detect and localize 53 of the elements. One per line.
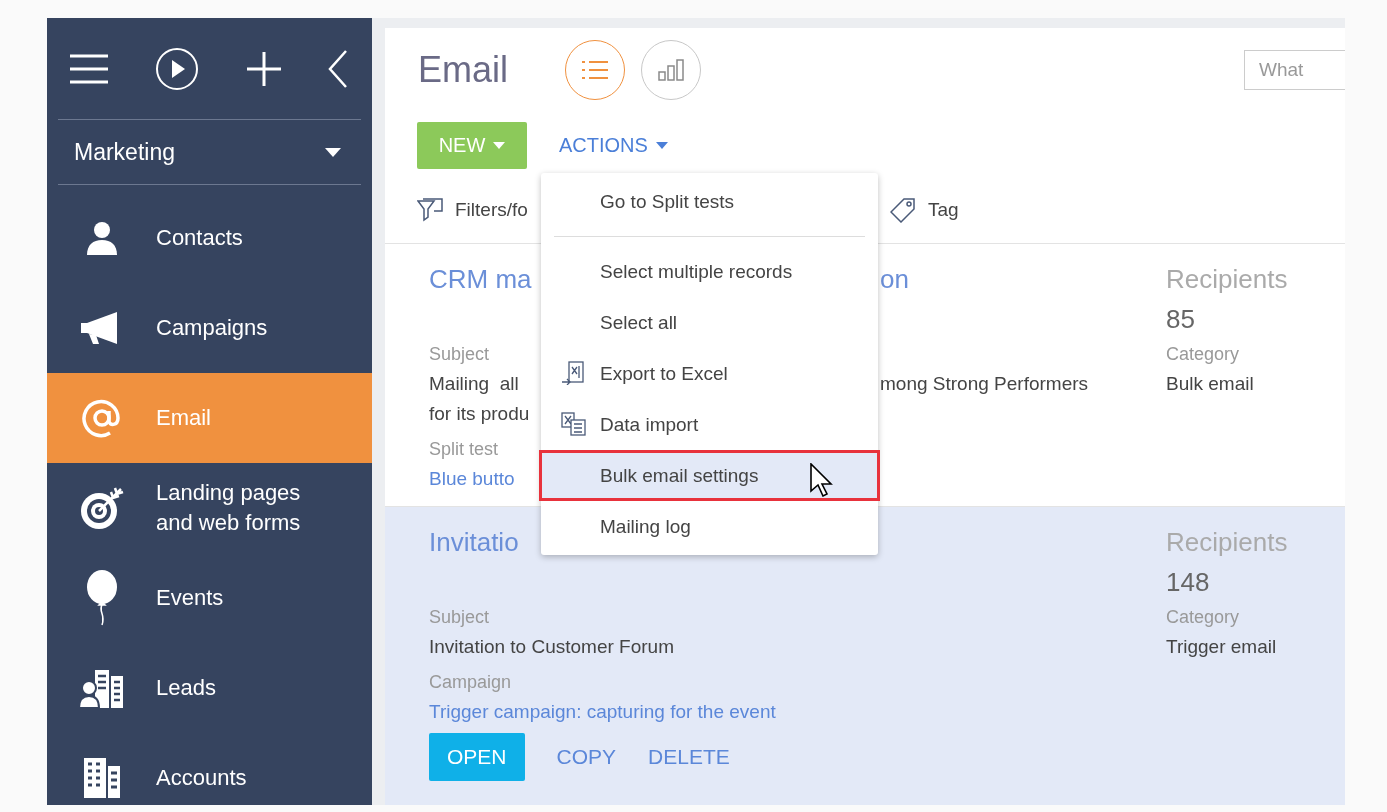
sidebar-item[interactable]: Events [47,553,372,643]
field-value: Bulk email [1166,372,1254,396]
field-label: Subject [429,343,490,366]
field-value: for its produ [429,402,530,426]
spreadsheet-import-icon [561,412,587,436]
building-icon [81,758,122,798]
field-label: Subject [429,606,490,629]
pointer-icon [810,463,834,497]
list-icon [582,60,608,80]
menu-item[interactable]: Select all [541,297,878,348]
field-label: Campaign [429,671,512,694]
field-link[interactable]: Blue butto [429,464,515,494]
caret-icon [655,141,668,149]
filter-icon [417,198,443,222]
sidebar-item[interactable]: Accounts [47,733,372,805]
sidebar-item[interactable]: Leads [47,643,372,733]
stat-label: Recipients [1166,263,1288,296]
menu-item[interactable]: Export to Excel [541,348,878,399]
field-label: Category [1166,606,1240,629]
page-title: Email [418,49,510,91]
field-value: Mailing all [429,372,519,396]
menu-item[interactable]: Select multiple records [541,246,878,297]
field-label: Split test [429,438,499,461]
caret-icon [493,141,506,149]
balloon-icon [84,570,119,626]
menu-item[interactable]: Data import [541,399,878,450]
person-icon [84,221,119,255]
sidebar-item[interactable]: Contacts [47,193,372,283]
search-field[interactable]: What [1244,50,1345,90]
sidebar-item[interactable]: Campaigns [47,283,372,373]
field-value: Trigger email [1166,635,1277,659]
field-label: Category [1166,343,1240,366]
tag-icon [890,197,916,223]
toolbar-link[interactable]: Filters/fo [455,199,528,221]
menu-icon[interactable] [70,53,108,84]
caret-icon [325,147,341,157]
sidebar-item[interactable]: Landing pages and web forms [47,463,372,553]
spreadsheet-export-icon [561,361,585,385]
target-icon [78,485,125,531]
plus-icon[interactable] [246,51,281,86]
bar-chart-icon [658,59,684,81]
person-building-icon [78,668,125,708]
section-selector[interactable]: Marketing [58,120,361,185]
actions-button[interactable]: ACTIONS [559,133,668,157]
field-value: Invitation to Customer Forum [429,635,674,659]
toolbar-link[interactable]: Tag [928,199,959,221]
stat-value: 148 [1166,566,1210,599]
stat-value: 85 [1166,303,1195,336]
collapse-icon[interactable] [328,49,348,88]
stat-label: Recipients [1166,526,1288,559]
field-value: mong Strong Performers [880,372,1089,396]
play-icon[interactable] [155,46,200,91]
menu-item[interactable]: Bulk email settings [539,450,880,501]
